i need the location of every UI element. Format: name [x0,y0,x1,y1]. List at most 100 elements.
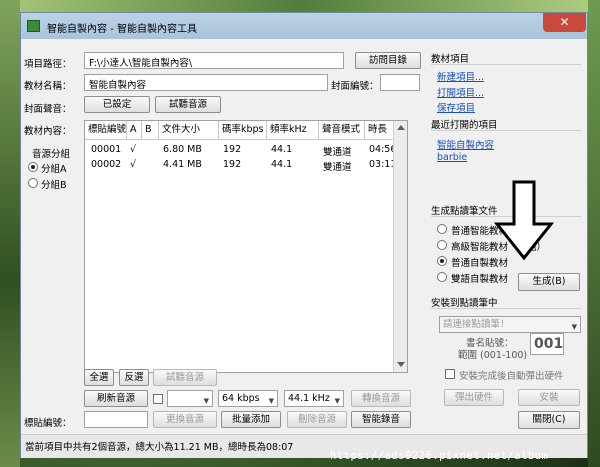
content-label: 教材內容： [24,126,72,137]
section-divider [431,130,581,131]
cover-number-label: 封面編號： [331,81,379,92]
cover-sound-set-button[interactable]: 已設定 [84,96,150,113]
group-b-radio[interactable] [28,178,38,188]
materials-section-title: 教材項目 [431,54,470,65]
group-b-label: 分組B [41,180,67,191]
replace-audio-button[interactable]: 更換音源 [153,411,217,428]
project-path-field[interactable]: F:\小達人\智能自製內容\ [84,52,344,69]
section-divider [431,64,581,65]
audio-table: 標貼編號 A B 文件大小 碼率kbps 頻率kHz 聲音模式 時長 00001… [84,120,408,373]
install-section-title: 安裝到點讀筆中 [431,298,498,309]
scroll-down-icon[interactable] [397,362,405,367]
window-title: 智能自製內容 - 智能自製內容工具 [47,24,197,35]
watermark-url: https://ads9226.pixnet.net/album [330,450,549,462]
generate-option-radio[interactable] [437,224,447,234]
invert-selection-button[interactable]: 反選 [119,369,149,386]
browse-directory-button[interactable]: 訪問目錄 [355,52,421,69]
generate-option-label: 雙語自製教材 [451,274,509,285]
install-button[interactable]: 安裝 [518,389,580,406]
save-project-link[interactable]: 保存項目 [437,100,475,114]
open-project-link[interactable]: 打開項目... [437,85,484,99]
cell-size: 4.41 MB [163,159,202,170]
refresh-audio-button[interactable]: 刷新音源 [84,390,148,407]
cell-freq: 44.1 [271,159,293,170]
generate-option-radio[interactable] [437,240,447,250]
generate-option-radio[interactable] [437,272,447,282]
smart-record-button[interactable]: 智能錄音 [351,411,411,428]
dropdown-arrow-icon: ▼ [203,397,209,405]
header-divider [85,139,395,140]
eject-hardware-button[interactable]: 彈出硬件 [444,389,504,406]
group-a-radio[interactable] [28,162,38,172]
cell-freq: 44.1 [271,144,293,155]
recent-projects-title: 最近打開的項目 [431,120,498,131]
bitrate-value: 64 kbps [222,393,260,404]
recent-project-link[interactable]: 智能自製內容 [437,137,494,151]
annotation-arrow-icon [493,180,555,261]
label-number-field[interactable] [84,411,148,428]
frequency-value: 44.1 kHz [288,393,330,404]
group-a-label: 分組A [41,164,67,175]
cell-mode: 雙通道 [323,162,352,173]
auto-eject-checkbox[interactable] [445,369,455,379]
convert-checkbox[interactable] [153,394,163,404]
audio-group-title: 音源分組 [32,149,71,160]
material-name-field[interactable]: 智能自製內容 [84,74,328,91]
material-name-label: 教材名稱： [24,81,72,92]
window-close-button[interactable]: ✕ [543,13,586,32]
title-bar: 智能自製內容 - 智能自製內容工具 ✕ [21,13,587,39]
app-icon [27,20,40,32]
cell-mode: 雙通道 [323,147,352,158]
range-label: 範圍 (001-100) [458,350,528,361]
col-header-mode[interactable]: 聲音模式 [319,121,365,139]
cell-label-no: 00001 [91,144,122,155]
cell-label-no: 00002 [91,159,122,170]
cover-sound-label: 封面聲音： [24,104,72,115]
close-button[interactable]: 關閉(C) [518,411,580,429]
pen-device-placeholder: 請連接點讀筆！ [443,319,510,330]
label-number-label: 標貼編號： [24,418,72,429]
col-header-b[interactable]: B [142,121,159,139]
status-text: 當前項目中共有2個音源，總大小為11.21 MB，總時長為08:07 [25,442,294,453]
dropdown-arrow-icon: ▼ [334,397,340,405]
dropdown-arrow-icon: ▼ [571,323,577,331]
generate-button[interactable]: 生成(B) [518,273,580,291]
auto-eject-label: 安裝完成後自動彈出硬件 [459,371,564,382]
col-header-bitrate[interactable]: 碼率kbps [219,121,267,139]
pen-device-combo[interactable]: 請連接點讀筆！ ▼ [439,316,581,333]
cell-bitrate: 192 [223,144,242,155]
cell-size: 6.80 MB [163,144,202,155]
desktop-background-right [588,0,600,467]
project-path-label: 項目路徑： [24,59,72,70]
cell-a: √ [130,159,137,170]
select-all-button[interactable]: 全選 [84,369,114,386]
table-scrollbar[interactable] [393,121,407,372]
col-header-size[interactable]: 文件大小 [159,121,219,139]
dropdown-arrow-icon: ▼ [268,397,274,405]
scroll-up-icon[interactable] [397,125,405,130]
test-audio-button[interactable]: 試聽音源 [153,369,217,386]
delete-audio-button[interactable]: 刪除音源 [287,411,347,428]
batch-add-button[interactable]: 批量添加 [221,411,281,428]
generate-section-title: 生成點讀筆文件 [431,206,498,217]
cell-bitrate: 192 [223,159,242,170]
bitrate-combo[interactable]: 64 kbps ▼ [218,390,278,407]
section-divider [431,308,581,309]
new-project-link[interactable]: 新建項目... [437,69,484,83]
cell-a: √ [130,144,137,155]
desktop-background-top [0,0,600,12]
col-header-duration[interactable]: 時長 [365,121,393,139]
convert-audio-button[interactable]: 轉換音源 [351,390,411,407]
desktop-background-left [0,0,20,467]
frequency-combo[interactable]: 44.1 kHz ▼ [284,390,344,407]
book-number-spinner[interactable]: 001 [530,333,564,355]
cover-number-field[interactable] [380,74,420,91]
col-header-freq[interactable]: 頻率kHz [267,121,319,139]
col-header-label-no[interactable]: 標貼編號 [85,121,127,139]
recent-project-link[interactable]: barbie [437,152,467,163]
cover-sound-test-button[interactable]: 試聽音源 [155,96,221,113]
generate-option-radio[interactable] [437,256,447,266]
col-header-a[interactable]: A [127,121,142,139]
audio-group-box: 音源分組 分組A 分組B [22,146,80,202]
mode-combo[interactable]: ▼ [167,390,213,407]
